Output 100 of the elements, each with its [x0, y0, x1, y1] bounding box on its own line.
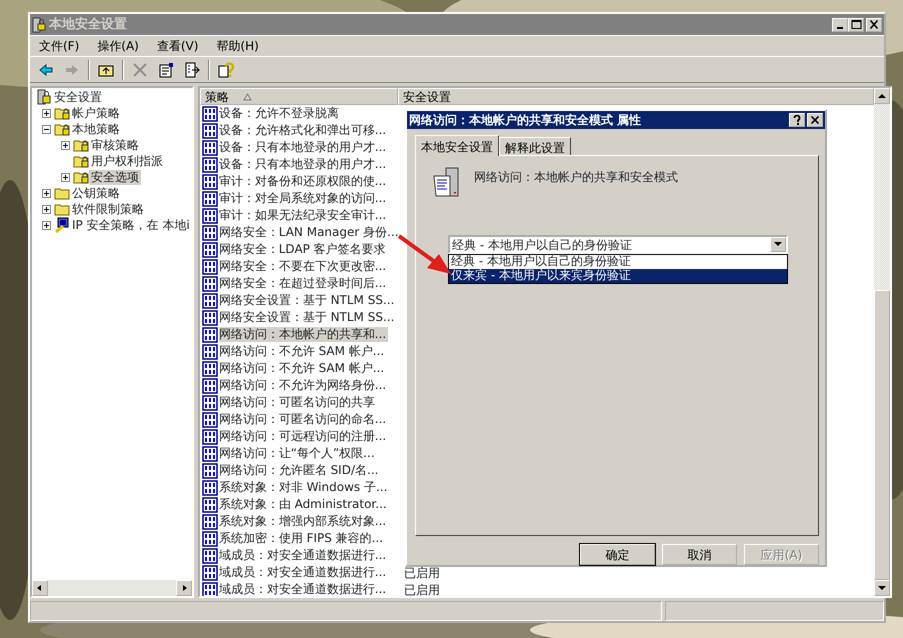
policy-name[interactable]: 审计：如果无法纪录安全审计... [218, 208, 388, 223]
expander-icon[interactable] [61, 172, 70, 182]
tree-item[interactable]: 公钥策略 [70, 186, 122, 200]
policy-icon [202, 224, 218, 240]
expander-icon[interactable] [42, 188, 51, 198]
dialog-button[interactable]: 取消 [662, 544, 737, 565]
policy-name[interactable]: 系统对象：由 Administrator... [218, 497, 389, 512]
tree-item[interactable]: 帐户策略 [70, 106, 122, 120]
setting-value: 已启用 [402, 582, 440, 596]
policy-name[interactable]: 网络访问：不允许 SAM 帐户... [218, 344, 386, 359]
policy-name[interactable]: 网络访问：不允许 SAM 帐户... [218, 361, 386, 376]
policy-name[interactable]: 网络访问：可匿名访问的命名... [218, 412, 388, 427]
minimize-button[interactable] [832, 18, 848, 32]
policy-name[interactable]: 网络安全设置：基于 NTLM SS... [218, 293, 396, 308]
maximize-button[interactable] [848, 18, 864, 32]
policy-name[interactable]: 审计：对全局系统对象的访问... [218, 191, 388, 206]
policy-name[interactable]: 网络安全：不要在下次更改密... [218, 259, 388, 274]
policy-icon [202, 514, 218, 530]
close-icon [868, 19, 880, 30]
column-header[interactable]: 安全设置 [398, 88, 874, 105]
policy-name[interactable]: 审计：对备份和还原权限的使... [218, 174, 388, 189]
tab[interactable]: 本地安全设置 [415, 135, 499, 156]
annotation-arrow [398, 234, 451, 274]
tree-item[interactable]: 用户权利指派 [89, 154, 165, 168]
expander-icon[interactable] [42, 124, 51, 134]
setting-value: 已启用 [402, 564, 440, 582]
tree-item[interactable]: 审核策略 [89, 138, 141, 152]
policy-name[interactable]: 设备：只有本地登录的用户才... [218, 157, 388, 172]
policy-name[interactable]: 域成员：对安全通道数据进行... [218, 548, 388, 563]
policy-icon [202, 208, 218, 224]
menu-item[interactable]: 文件(F) [30, 37, 88, 55]
policy-icon [202, 496, 218, 512]
expander-icon[interactable] [42, 204, 51, 214]
dropdown-option[interactable]: 经典 - 本地用户以自己的身份验证 [449, 255, 787, 269]
policy-name[interactable]: 网络安全：LAN Manager 身份... [218, 225, 401, 240]
policy-name[interactable]: 网络访问：可远程访问的注册... [218, 429, 388, 444]
policy-icon [202, 292, 218, 308]
window-title: 本地安全设置 [49, 16, 127, 34]
policy-name[interactable]: 系统对象：对非 Windows 子... [218, 480, 390, 495]
policy-name[interactable]: 网络安全设置：基于 NTLM SS... [218, 310, 396, 325]
dropdown[interactable]: 经典 - 本地用户以自己的身份验证 [448, 235, 788, 254]
scroll-down-button[interactable] [874, 580, 890, 596]
close-button[interactable] [866, 18, 882, 32]
policy-name[interactable]: 网络访问：本地帐户的共享和... [218, 327, 388, 342]
dropdown-arrow-icon [774, 242, 782, 247]
policy-name[interactable]: 设备：允许不登录脱离 [218, 106, 341, 121]
security-settings-icon [36, 89, 52, 105]
menu-item[interactable]: 帮助(H) [207, 37, 268, 55]
scroll-right-button[interactable] [176, 580, 192, 596]
policy-icon [202, 174, 218, 190]
help-icon [792, 115, 802, 125]
tab[interactable]: 解释此设置 [499, 137, 571, 155]
expander-icon[interactable] [61, 140, 70, 150]
policy-name[interactable]: 设备：只有本地登录的用户才... [218, 140, 388, 155]
policy-icon [202, 394, 218, 410]
policy-icon [202, 446, 218, 462]
policy-name[interactable]: 系统对象：增强内部系统对象... [218, 514, 388, 529]
policy-icon [202, 276, 218, 292]
tree-item[interactable]: IP 安全策略，在 本地i [70, 218, 192, 232]
tree-item[interactable]: 安全选项 [89, 170, 141, 184]
network-policy-icon [54, 217, 70, 233]
minimize-icon [837, 26, 843, 28]
scroll-thumb[interactable] [874, 290, 890, 580]
policy-icon [202, 156, 218, 172]
maximize-icon [850, 19, 862, 30]
dropdown-option[interactable]: 仅来宾 - 本地用户以来宾身份验证 [449, 269, 787, 283]
scroll-up-button[interactable] [874, 88, 890, 104]
policy-name[interactable]: 域成员：对安全通道数据进行... [218, 565, 388, 580]
close-button[interactable] [807, 113, 823, 127]
policy-icon [202, 462, 218, 478]
policy-icon [202, 106, 218, 122]
policy-name[interactable]: 域成员：对安全通道数据进行... [218, 582, 388, 596]
policy-name[interactable]: 网络安全：在超过登录时间后... [218, 276, 388, 291]
menu-item[interactable]: 操作(A) [88, 37, 148, 55]
policy-name[interactable]: 网络安全：LDAP 客户签名要求 [218, 242, 388, 257]
help-button[interactable] [789, 113, 805, 127]
down-arrow-icon [878, 584, 886, 592]
scroll-left-button[interactable] [32, 580, 48, 596]
policy-icon [202, 378, 218, 394]
tree-item[interactable]: 安全设置 [52, 90, 104, 104]
dialog-button[interactable]: 确定 [580, 544, 655, 565]
policy-icon [202, 310, 218, 326]
menu-item[interactable]: 查看(V) [148, 37, 208, 55]
close-icon [810, 115, 820, 125]
policy-icon [202, 428, 218, 444]
policy-name[interactable]: 网络访问：让“每个人”权限... [218, 446, 377, 461]
tree-item[interactable]: 软件限制策略 [70, 202, 146, 216]
up-arrow-icon [878, 92, 886, 100]
policy-name[interactable]: 网络访问：允许匿名 SID/名... [218, 463, 380, 478]
policy-icon [202, 258, 218, 274]
left-arrow-icon [36, 584, 44, 592]
tree-item[interactable]: 本地策略 [70, 122, 122, 136]
expander-icon[interactable] [42, 220, 51, 230]
expander-icon[interactable] [42, 108, 51, 118]
policy-icon [202, 242, 218, 258]
policy-name[interactable]: 网络访问：不允许为网络身份... [218, 378, 388, 393]
policy-name[interactable]: 设备：允许格式化和弹出可移... [218, 123, 388, 138]
policy-name[interactable]: 系统加密：使用 FIPS 兼容的... [218, 531, 386, 546]
column-header[interactable]: 策略 [200, 88, 398, 105]
policy-name[interactable]: 网络访问：可匿名访问的共享 [218, 395, 377, 410]
